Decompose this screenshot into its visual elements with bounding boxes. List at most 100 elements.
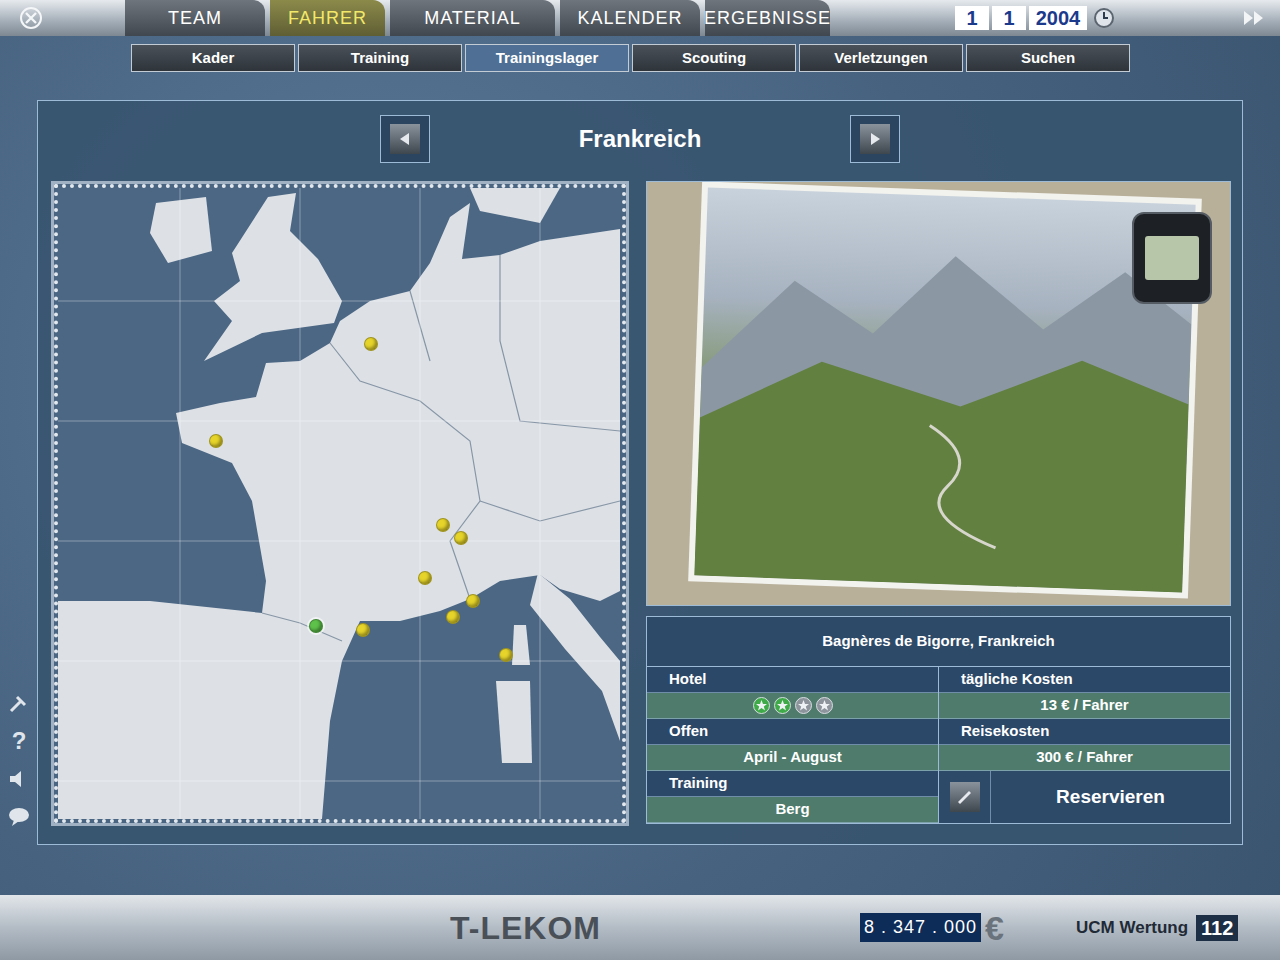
pin-dot [309, 619, 323, 633]
map-pin[interactable] [418, 571, 432, 585]
map-pin[interactable] [499, 648, 513, 662]
date-display: 112004 [955, 6, 1087, 30]
info-value: April - August [743, 746, 842, 769]
panel-header: Frankreich [38, 115, 1242, 163]
main-tab[interactable]: FAHRER [270, 0, 385, 36]
help-icon[interactable]: ? [6, 728, 32, 754]
date-field: 1 [992, 6, 1026, 30]
info-label: Offen [669, 720, 708, 743]
info-grid: HotelOffenApril - AugustTrainingBergtägl… [647, 667, 1230, 823]
currency-symbol: € [985, 911, 1004, 945]
tab-label: KALENDER [577, 5, 682, 32]
tab-label: Scouting [682, 47, 746, 70]
sub-tab[interactable]: Trainingslager [465, 44, 629, 72]
main-tab[interactable]: ERGEBNISSE [705, 0, 830, 36]
main-tab[interactable]: MATERIAL [390, 0, 555, 36]
date-field: 2004 [1029, 6, 1087, 30]
tab-label: ERGEBNISSE [704, 5, 831, 32]
sub-tab[interactable]: Training [298, 44, 462, 72]
cycle-computer-icon [1132, 212, 1212, 304]
pin-dot [466, 594, 480, 608]
info-value-row: 13 € / Fahrer [939, 693, 1230, 719]
pen-icon [950, 782, 980, 812]
sub-tabs: Kader Training Trainingslager Scouting Verle… [0, 44, 1280, 72]
info-value-row: Berg [647, 797, 938, 823]
main-panel: Frankreich [37, 100, 1243, 845]
wrench-icon[interactable] [6, 690, 32, 716]
country-title: Frankreich [430, 121, 850, 157]
footer-bar: T-LEKOM 8 . 347 . 000 € UCM Wertung 112 [0, 895, 1280, 960]
mountain-photo [694, 188, 1195, 593]
chat-icon[interactable] [6, 804, 32, 830]
map-pin[interactable] [364, 337, 378, 351]
map-pin[interactable] [454, 531, 468, 545]
info-value: Berg [775, 798, 809, 821]
hotel-stars [753, 697, 833, 714]
info-value-row: 300 € / Fahrer [939, 745, 1230, 771]
map-pin[interactable] [436, 518, 450, 532]
budget: 8 . 347 . 000 € [860, 911, 1070, 945]
tab-label: MATERIAL [424, 5, 521, 32]
tab-label: FAHRER [288, 5, 367, 32]
info-label-row: Hotel [647, 667, 938, 693]
map-pin[interactable] [356, 623, 370, 637]
info-label: tägliche Kosten [961, 668, 1073, 691]
map-pin[interactable] [309, 619, 323, 633]
camp-photo [646, 181, 1231, 606]
map-pin[interactable] [209, 434, 223, 448]
reserve-button[interactable]: Reservieren [991, 771, 1230, 823]
camp-details: Bagnères de Bigorre, Frankreich Hotel Offe… [646, 181, 1231, 826]
budget-value: 8 . 347 . 000 [860, 913, 981, 942]
tab-label: Training [351, 47, 409, 70]
info-label-row: Reisekosten [939, 719, 1230, 745]
calendar-button[interactable] [939, 771, 991, 823]
pin-dot [436, 518, 450, 532]
sub-tab[interactable]: Suchen [966, 44, 1130, 72]
pin-dot [356, 623, 370, 637]
main-tab[interactable]: TEAM [125, 0, 265, 36]
tab-label: Kader [192, 47, 235, 70]
main-tabs: TEAM FAHRER MATERIAL KALENDER ERGEBNISSE [125, 0, 830, 36]
main-tab[interactable]: KALENDER [560, 0, 700, 36]
pin-dot [209, 434, 223, 448]
date-field: 1 [955, 6, 989, 30]
top-bar: TEAMFAHRERMATERIALKALENDERERGEBNISSE 112… [0, 0, 1280, 36]
camp-name: Bagnères de Bigorre, Frankreich [822, 630, 1055, 653]
fast-forward-icon[interactable] [1242, 8, 1266, 28]
info-value-row [647, 693, 938, 719]
star-icon [753, 697, 770, 714]
info-left: HotelOffenApril - AugustTrainingBerg [647, 667, 939, 823]
info-value: 13 € / Fahrer [1040, 694, 1128, 717]
team-name: T-LEKOM [450, 910, 601, 946]
clock-icon[interactable] [1093, 7, 1115, 29]
side-toolbar: ? [6, 690, 32, 830]
sub-tab[interactable]: Scouting [632, 44, 796, 72]
info-label-row: tägliche Kosten [939, 667, 1230, 693]
panel-content: Bagnères de Bigorre, Frankreich Hotel Offe… [51, 181, 1242, 826]
info-label: Reisekosten [961, 720, 1049, 743]
close-icon[interactable] [18, 5, 44, 31]
pin-dot [364, 337, 378, 351]
map-pin[interactable] [446, 610, 460, 624]
speaker-icon[interactable] [6, 766, 32, 792]
star-icon [774, 697, 791, 714]
ranking-label: UCM Wertung [1076, 915, 1188, 941]
previous-button[interactable] [380, 115, 430, 163]
info-label-row: Offen [647, 719, 938, 745]
star-icon [816, 697, 833, 714]
ucm-ranking: UCM Wertung 112 [1076, 915, 1238, 941]
tab-label: Verletzungen [834, 47, 927, 70]
tab-label: Trainingslager [496, 47, 599, 70]
left-arrow-icon [390, 124, 420, 154]
sub-tab[interactable]: Verletzungen [799, 44, 963, 72]
pin-dot [454, 531, 468, 545]
sub-tab[interactable]: Kader [131, 44, 295, 72]
tab-label: Suchen [1021, 47, 1075, 70]
info-value: 300 € / Fahrer [1036, 746, 1133, 769]
pin-dot [499, 648, 513, 662]
next-button[interactable] [850, 115, 900, 163]
map [54, 184, 626, 823]
right-arrow-icon [860, 124, 890, 154]
map-pin[interactable] [466, 594, 480, 608]
info-value-row: April - August [647, 745, 938, 771]
